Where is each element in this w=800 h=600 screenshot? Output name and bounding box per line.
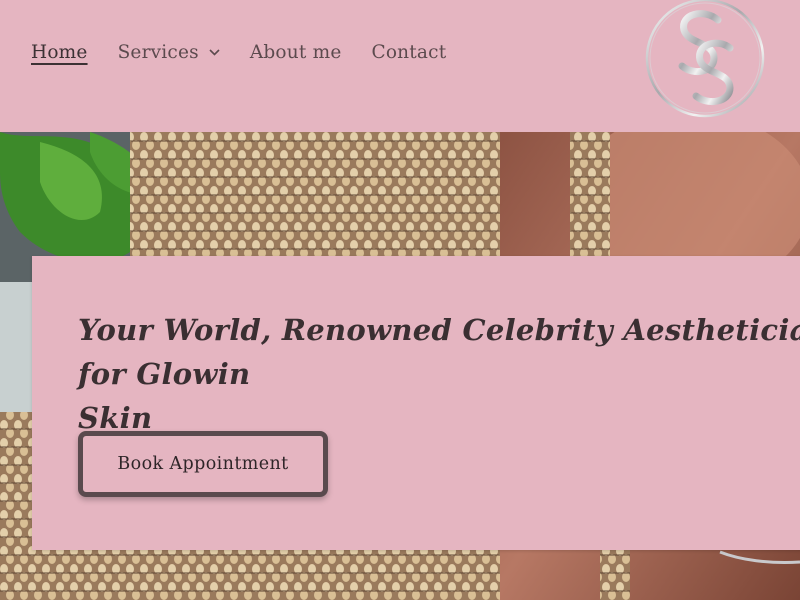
hero-content-card: Your World, Renowned Celebrity Aesthetic… <box>32 256 800 550</box>
hero-headline: Your World, Renowned Celebrity Aesthetic… <box>78 308 800 440</box>
nav-contact-link[interactable]: Contact <box>371 42 446 63</box>
nav-services-label: Services <box>117 42 199 63</box>
chevron-down-icon <box>209 49 220 56</box>
headline-bold-text-2: Skin <box>78 401 153 435</box>
nav-about-link[interactable]: About me <box>250 42 342 63</box>
book-appointment-button[interactable]: Book Appointment <box>78 431 328 497</box>
site-header: Home Services About me Contact <box>0 0 800 132</box>
headline-bold-text: Glowin <box>136 357 251 391</box>
nav-home-link[interactable]: Home <box>31 42 88 63</box>
nav-services-link[interactable]: Services <box>118 42 220 63</box>
main-nav: Home Services About me Contact <box>31 42 476 63</box>
ss-monogram-logo[interactable] <box>644 0 766 122</box>
